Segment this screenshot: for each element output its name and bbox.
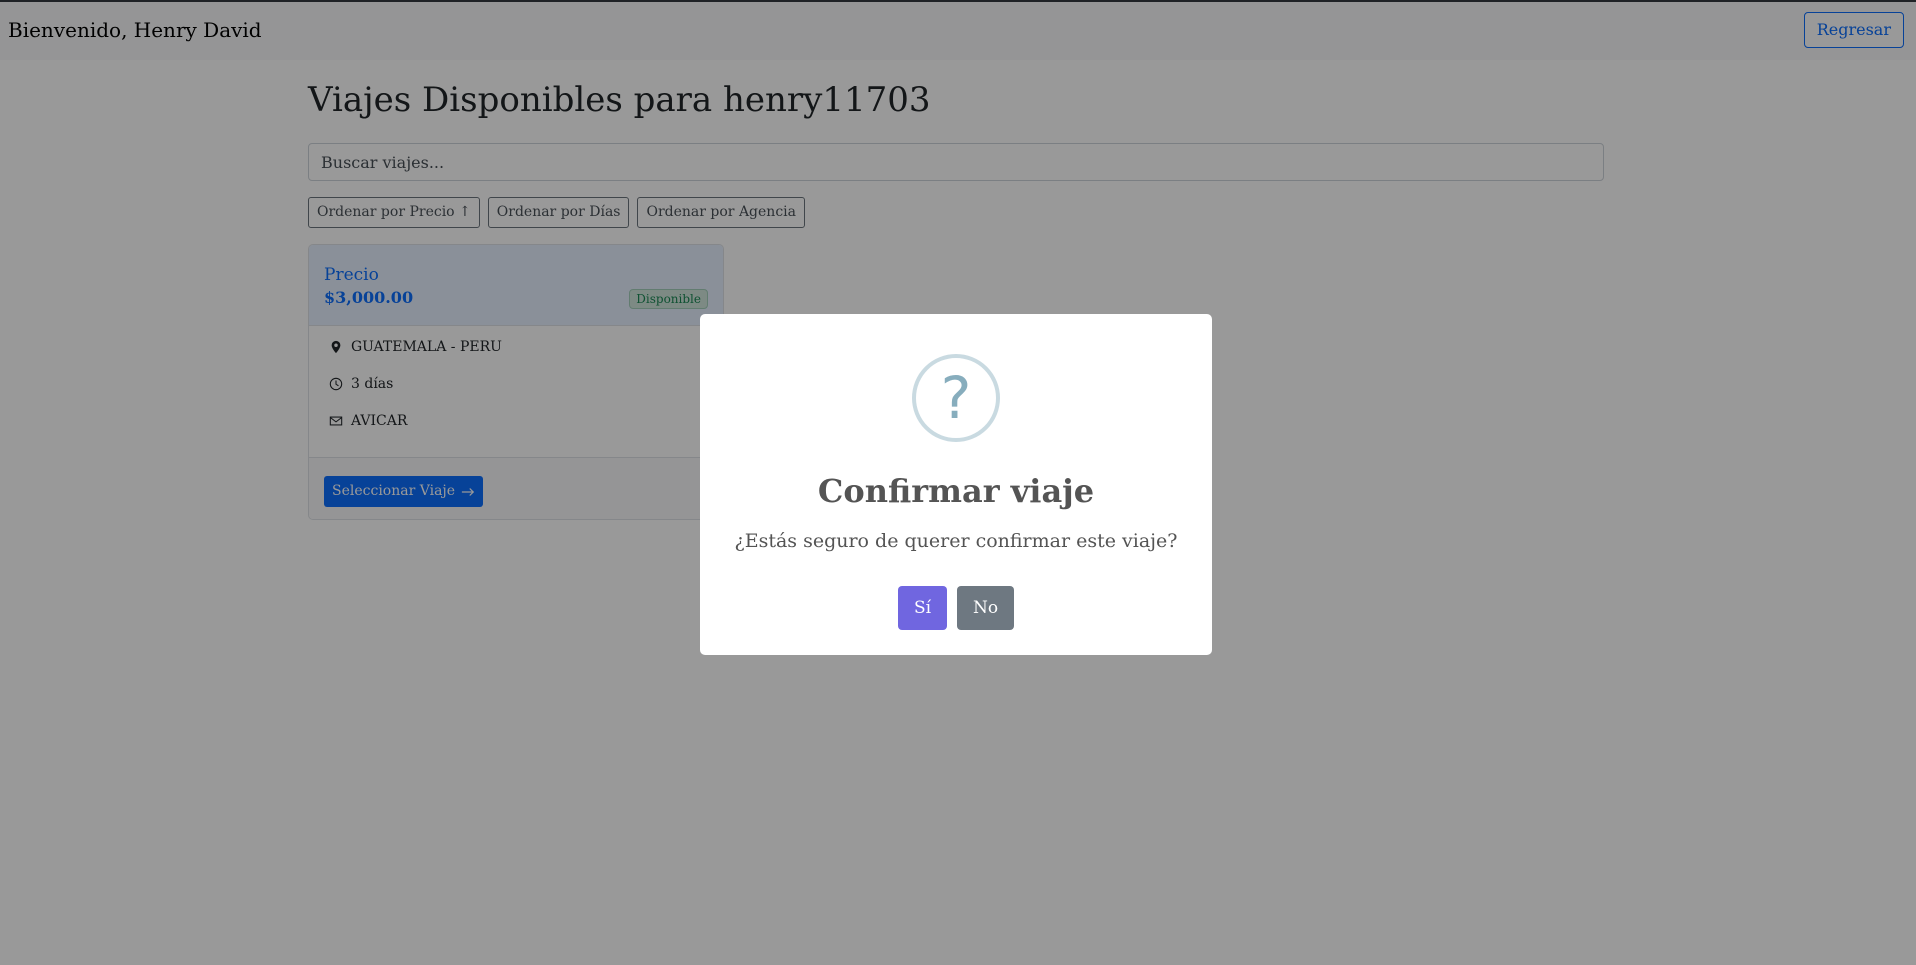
dialog-message: ¿Estás seguro de querer confirmar este v… [734,530,1178,552]
dialog-title: Confirmar viaje [817,472,1095,510]
confirm-dialog: ? Confirmar viaje ¿Estás seguro de quere… [700,314,1212,655]
dialog-actions: Sí No [700,586,1212,630]
confirm-no-button[interactable]: No [957,586,1014,630]
question-icon: ? [912,354,1000,442]
confirm-yes-button[interactable]: Sí [898,586,947,630]
